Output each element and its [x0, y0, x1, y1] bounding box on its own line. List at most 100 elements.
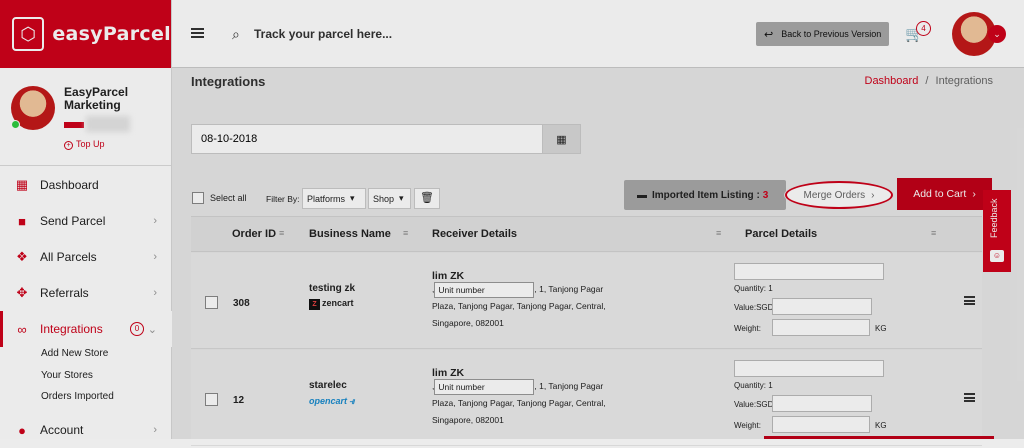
- menu-toggle-icon[interactable]: [191, 28, 204, 38]
- sidebar-item-label: Referrals: [40, 286, 89, 300]
- sort-icon[interactable]: ≡: [279, 228, 284, 238]
- add-to-cart-button[interactable]: Add to Cart ›: [897, 178, 992, 210]
- value-field[interactable]: [772, 298, 872, 315]
- business-name: testing zk: [309, 283, 356, 294]
- sidebar-item-label: Dashboard: [40, 178, 99, 192]
- sidebar-item-account[interactable]: ● Account ›: [0, 412, 172, 448]
- sidebar-item-label: Account: [40, 423, 84, 437]
- sort-icon[interactable]: ≡: [403, 228, 408, 238]
- filter-by-label: Filter By:: [266, 194, 300, 204]
- plus-circle-icon: +: [64, 141, 73, 150]
- imported-item-listing-button[interactable]: ▬ Imported Item Listing : 3: [624, 180, 786, 210]
- back-button-label: Back to Previous Version: [781, 29, 882, 39]
- merge-orders-label: Merge Orders: [803, 189, 866, 201]
- sidebar-item-dashboard[interactable]: ▦ Dashboard: [0, 167, 172, 203]
- feedback-label: Feedback: [989, 198, 999, 238]
- parcel-content-field[interactable]: [734, 360, 884, 377]
- value-field[interactable]: [772, 395, 872, 412]
- feedback-tab[interactable]: Feedback ☺: [983, 190, 1011, 272]
- sidebar-item-label: All Parcels: [40, 250, 97, 264]
- business-name: starelec: [309, 380, 347, 391]
- weight-field[interactable]: [772, 319, 870, 336]
- flag-icon: [64, 122, 84, 128]
- row-checkbox[interactable]: [205, 296, 218, 309]
- logo-box-icon: ⬡: [12, 17, 45, 51]
- imported-count: 3: [762, 189, 769, 201]
- user-icon: ●: [18, 422, 26, 438]
- unit-number-field[interactable]: Unit number: [434, 378, 535, 395]
- online-status-icon: [11, 120, 20, 129]
- unit-number-field[interactable]: Unit number: [434, 281, 535, 298]
- value-label: Value:SGD: [734, 400, 774, 409]
- cart-count-badge: 4: [916, 21, 931, 36]
- calendar-icon[interactable]: ▦: [542, 125, 580, 153]
- logo-bar[interactable]: ⬡ easyParcel: [0, 0, 171, 68]
- kg-label: KG: [875, 324, 887, 333]
- order-id: 12: [233, 395, 245, 406]
- logo-text: easyParcel: [52, 23, 171, 45]
- chevron-right-icon: ›: [972, 188, 976, 200]
- shop-dropdown[interactable]: Shop ▾: [368, 188, 411, 209]
- row-menu-icon[interactable]: [964, 296, 975, 305]
- receiver-address: , Unit number, 1, Tanjong Pagar Plaza, Ta…: [432, 378, 632, 429]
- parcel-content-field[interactable]: [734, 263, 884, 280]
- breadcrumb-dashboard-link[interactable]: Dashboard: [865, 75, 919, 87]
- breadcrumb-separator: /: [925, 75, 929, 87]
- profile-name: EasyParcel Marketing: [64, 85, 129, 112]
- sidebar-item-send-parcel[interactable]: ■ Send Parcel ›: [0, 203, 172, 239]
- arrow-left-icon: ↩: [764, 28, 774, 41]
- header-parcel-details: Parcel Details: [745, 228, 818, 240]
- truck-icon: ■: [18, 213, 26, 229]
- table-row: 308 testing zk Zzencart lim ZK , Unit num…: [191, 253, 982, 349]
- sidebar-item-label: Integrations: [40, 322, 103, 336]
- platform-name: opencart: [309, 396, 348, 406]
- weight-label: Weight:: [734, 421, 761, 430]
- user-dropdown-icon[interactable]: ⌄: [988, 25, 1006, 43]
- chevron-right-icon: ›: [153, 287, 157, 299]
- caret-down-icon: ▾: [399, 193, 404, 203]
- sidebar-sub-your-stores[interactable]: Your Stores: [41, 370, 93, 381]
- sidebar: ⬡ easyParcel EasyParcel Marketing + Top U…: [0, 0, 172, 439]
- date-input[interactable]: [192, 125, 542, 153]
- back-to-previous-version-button[interactable]: ↩ Back to Previous Version: [756, 22, 889, 46]
- zencart-logo: Zzencart: [309, 298, 354, 310]
- sort-icon[interactable]: ≡: [931, 228, 936, 238]
- sidebar-item-all-parcels[interactable]: ❖ All Parcels ›: [0, 239, 172, 275]
- opencart-logo: opencart ⫣: [309, 396, 354, 407]
- quantity-label: Quantity: 1: [734, 381, 773, 390]
- search-input[interactable]: Track your parcel here...: [254, 27, 392, 41]
- delete-button[interactable]: 🗑: [414, 188, 440, 209]
- weight-field[interactable]: [772, 416, 870, 433]
- blurred-credit: [86, 116, 130, 132]
- chevron-right-icon: ›: [153, 215, 157, 227]
- select-all-checkbox[interactable]: [192, 192, 204, 204]
- page-title: Integrations: [191, 74, 266, 89]
- address-line: Singapore, 082001: [432, 415, 504, 425]
- sidebar-item-integrations[interactable]: ∞ Integrations 0 ⌄: [0, 311, 172, 347]
- row-menu-icon[interactable]: [964, 393, 975, 402]
- header-business-name: Business Name: [309, 228, 391, 240]
- profile-card: EasyParcel Marketing + Top Up: [0, 68, 171, 166]
- topup-label: Top Up: [76, 139, 105, 149]
- sidebar-sub-add-new-store[interactable]: Add New Store: [41, 348, 108, 359]
- sidebar-item-referrals[interactable]: ✥ Referrals ›: [0, 275, 172, 311]
- top-bar: ⌕ Track your parcel here... ↩ Back to Pre…: [172, 0, 1024, 68]
- sidebar-sub-orders-imported[interactable]: Orders Imported: [41, 391, 114, 402]
- breadcrumb: Dashboard / Integrations: [865, 75, 994, 87]
- topup-link[interactable]: + Top Up: [64, 139, 105, 150]
- select-all[interactable]: Select all: [192, 192, 247, 204]
- row-checkbox[interactable]: [205, 393, 218, 406]
- value-label: Value:SGD: [734, 303, 774, 312]
- kg-label: KG: [875, 421, 887, 430]
- cart-icon: ⫣: [349, 396, 355, 406]
- main-content: Integrations Dashboard / Integrations ▦ …: [172, 68, 1024, 446]
- merge-orders-button[interactable]: Merge Orders ›: [785, 181, 893, 209]
- imported-label: Imported Item Listing :: [652, 189, 760, 201]
- chevron-right-icon: ›: [153, 251, 157, 263]
- breadcrumb-current: Integrations: [935, 75, 993, 87]
- trash-icon: 🗑: [420, 192, 434, 204]
- table-row: 12 starelec opencart ⫣ lim ZK , Unit numbe…: [191, 350, 982, 446]
- sidebar-item-label: Send Parcel: [40, 214, 106, 228]
- sort-icon[interactable]: ≡: [716, 228, 721, 238]
- platforms-dropdown[interactable]: Platforms ▾: [302, 188, 366, 209]
